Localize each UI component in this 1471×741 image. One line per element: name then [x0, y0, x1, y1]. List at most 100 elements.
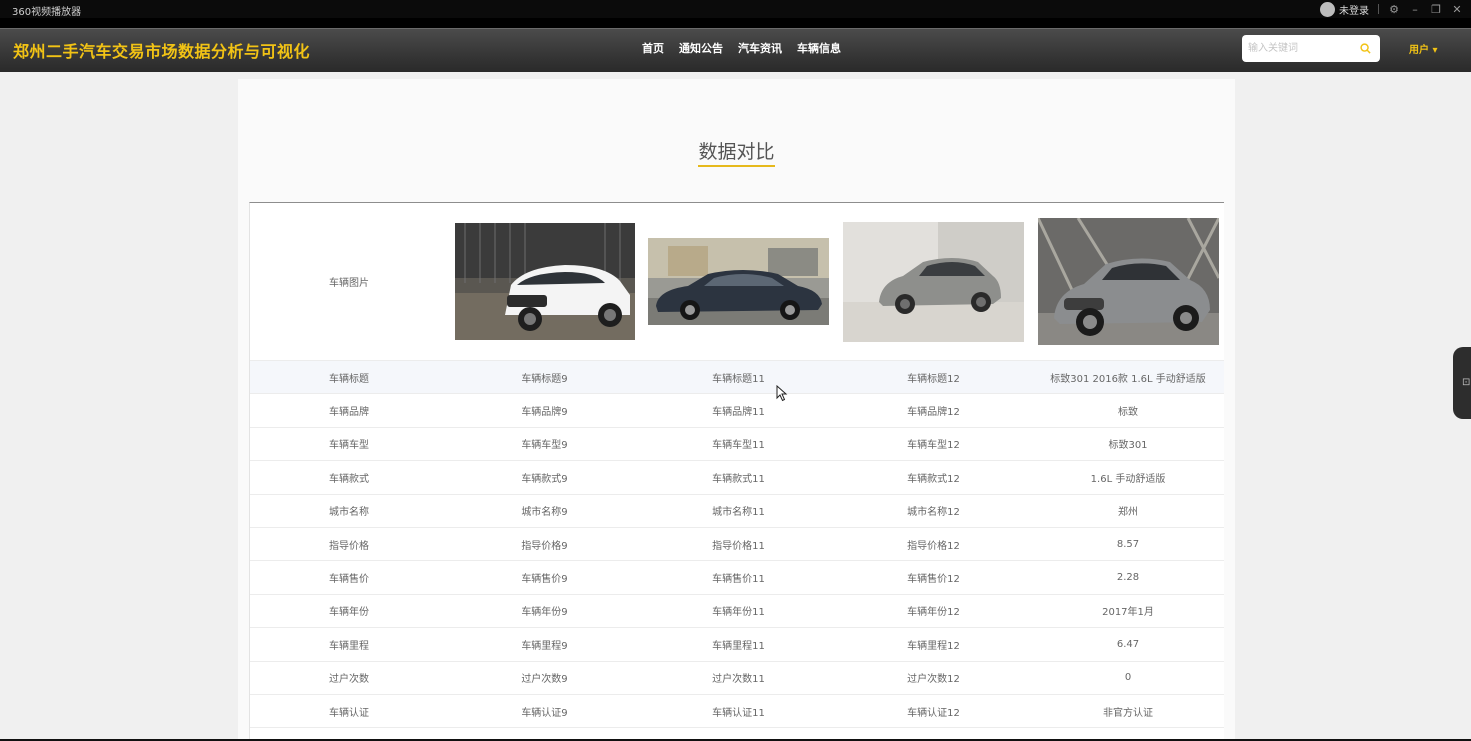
title-underline [698, 165, 775, 167]
table-row: 车辆里程 车辆里程9 车辆里程11 车辆里程12 6.47 [250, 628, 1224, 662]
table-cell: 城市名称9 [521, 507, 568, 519]
table-cell: 2017年1月 [1102, 607, 1154, 619]
table-row: 过户次数 过户次数9 过户次数11 过户次数12 0 [250, 662, 1224, 695]
site-title[interactable]: 郑州二手汽车交易市场数据分析与可视化 [13, 38, 310, 62]
car-photo-silver-crossover[interactable] [843, 221, 1024, 342]
search-input[interactable] [1242, 35, 1352, 62]
table-cell: 标致 [1118, 407, 1138, 419]
table-cell: 郑州 [1118, 507, 1138, 519]
table-cell: 车辆车型11 [712, 440, 765, 452]
table-row-photos: 车辆图片 [250, 203, 1224, 361]
search-icon[interactable] [1360, 43, 1371, 54]
table-row: 车辆款式 车辆款式9 车辆款式11 车辆款式12 1.6L 手动舒适版 [250, 461, 1224, 495]
car-photo-cell [641, 203, 836, 361]
row-label: 车辆车型 [329, 440, 369, 452]
row-label: 车辆年份 [329, 607, 369, 619]
table-row: 车辆年份 车辆年份9 车辆年份11 车辆年份12 2017年1月 [250, 595, 1224, 629]
search-box [1242, 35, 1380, 62]
table-cell: 车辆认证12 [907, 707, 960, 719]
table-cell: 车辆售价12 [907, 574, 960, 586]
table-row: 车辆认证 车辆认证9 车辆认证11 车辆认证12 非官方认证 [250, 695, 1224, 729]
nav-item-home[interactable]: 首页 [642, 40, 664, 56]
table-cell: 车辆年份12 [907, 607, 960, 619]
table-cell: 车辆款式9 [521, 473, 568, 485]
nav-item-vehicle-info[interactable]: 车辆信息 [797, 40, 841, 56]
car-photo-cell [1031, 203, 1224, 361]
player-title: 360视频播放器 [12, 7, 82, 18]
row-label: 车辆标题 [329, 373, 369, 385]
table-cell: 车辆品牌12 [907, 407, 960, 419]
car-photo-white-suv[interactable] [454, 223, 635, 340]
table-cell: 过户次数12 [907, 674, 960, 686]
row-label: 过户次数 [329, 674, 369, 686]
table-cell: 车辆年份9 [521, 607, 568, 619]
table-row: 车辆标题 车辆标题9 车辆标题11 车辆标题12 标致301 2016款 1.6L 手动… [250, 361, 1224, 395]
table-cell: 6.47 [1116, 638, 1140, 650]
mouse-cursor-icon [776, 385, 788, 402]
car-photo-dark-sedan[interactable] [648, 238, 829, 325]
table-cell: 车辆认证11 [712, 707, 765, 719]
car-photo-gray-crossover[interactable] [1037, 218, 1219, 345]
table-row: 车辆品牌 车辆品牌9 车辆品牌11 车辆品牌12 标致 [250, 394, 1224, 428]
table-cell: 车辆售价11 [712, 574, 765, 586]
table-cell: 非官方认证 [1103, 707, 1153, 719]
table-cell: 车辆品牌11 [712, 407, 765, 419]
car-photo-cell [448, 203, 641, 361]
table-cell: 车辆款式12 [907, 473, 960, 485]
side-tab-icon: ⊡ [1462, 377, 1471, 388]
table-cell: 8.57 [1116, 538, 1140, 550]
row-label: 车辆款式 [329, 473, 369, 485]
table-row: 车辆车型 车辆车型9 车辆车型11 车辆车型12 标致301 [250, 428, 1224, 462]
compare-table: 车辆图片 车辆标题 车辆标题9 车辆标题11 车辆标题12 标致301 2016… [249, 202, 1224, 741]
row-label: 车辆里程 [329, 640, 369, 652]
table-cell: 车辆售价9 [521, 574, 568, 586]
table-cell: 标致301 2016款 1.6L 手动舒适版 [1050, 373, 1206, 385]
row-label: 车辆图片 [329, 278, 369, 289]
user-avatar-icon[interactable] [1320, 1, 1335, 17]
page-title: 数据对比 [698, 141, 775, 163]
row-label: 车辆认证 [329, 707, 369, 719]
table-cell: 城市名称11 [712, 507, 765, 519]
table-cell: 车辆认证9 [521, 707, 568, 719]
row-label: 车辆售价 [329, 574, 369, 586]
table-cell: 指导价格11 [712, 540, 765, 552]
table-cell: 指导价格9 [521, 540, 568, 552]
table-cell: 0 [1124, 672, 1132, 684]
row-label: 城市名称 [329, 507, 369, 519]
table-cell: 车辆车型9 [521, 440, 568, 452]
player-login-link[interactable]: 未登录 [1339, 2, 1369, 17]
table-row: 城市名称 城市名称9 城市名称11 城市名称12 郑州 [250, 495, 1224, 528]
divider [1378, 4, 1379, 14]
player-strip [0, 18, 1471, 28]
settings-icon[interactable]: ⚙ [1388, 3, 1400, 15]
car-photo-cell [836, 203, 1031, 361]
table-row: 指导价格 指导价格9 指导价格11 指导价格12 8.57 [250, 528, 1224, 562]
table-cell: 车辆里程11 [712, 640, 765, 652]
nav-item-car-news[interactable]: 汽车资讯 [738, 40, 782, 56]
table-cell: 车辆标题11 [712, 373, 765, 385]
table-cell: 车辆里程9 [521, 640, 568, 652]
table-cell: 车辆里程12 [907, 640, 960, 652]
table-cell: 城市名称12 [907, 507, 960, 519]
table-cell: 车辆车型12 [907, 440, 960, 452]
player-controls: 未登录 ⚙ – ❐ ✕ [1320, 0, 1463, 18]
close-icon[interactable]: ✕ [1451, 3, 1463, 15]
user-menu[interactable]: 用户 ▾ [1409, 41, 1438, 56]
table-cell: 车辆年份11 [712, 607, 765, 619]
table-row: 车辆售价 车辆售价9 车辆售价11 车辆售价12 2.28 [250, 561, 1224, 595]
compare-card: 数据对比 车辆图片 车辆标题 车辆标题9 车辆标题11 车辆标题12 标致301… [238, 79, 1235, 741]
side-float-tab[interactable]: ⊡ [1453, 347, 1471, 419]
table-cell: 过户次数11 [712, 674, 765, 686]
nav-item-notices[interactable]: 通知公告 [679, 40, 723, 56]
minimize-icon[interactable]: – [1409, 3, 1421, 15]
table-cell: 标致301 [1108, 440, 1148, 452]
table-cell: 车辆标题12 [907, 373, 960, 385]
restore-icon[interactable]: ❐ [1430, 3, 1442, 15]
site-navbar: 郑州二手汽车交易市场数据分析与可视化 首页 通知公告 汽车资讯 车辆信息 用户 … [0, 28, 1471, 72]
table-cell: 过户次数9 [521, 674, 568, 686]
table-cell: 2.28 [1116, 572, 1140, 584]
row-label: 指导价格 [329, 540, 369, 552]
table-cell: 车辆款式11 [712, 473, 765, 485]
row-label: 车辆品牌 [329, 407, 369, 419]
nav-menu: 首页 通知公告 汽车资讯 车辆信息 [642, 40, 841, 56]
